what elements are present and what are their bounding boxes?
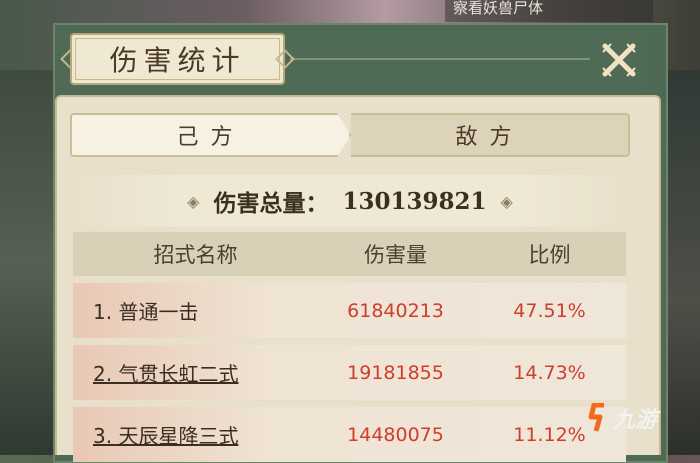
table-row: 2. 气贯长虹二式 19181855 14.73% [73,345,626,400]
header-damage: 伤害量 [364,243,427,267]
table-row: 3. 天辰星降三式 14480075 11.12% [73,407,626,462]
total-damage-row: ◈ 伤害总量： 130139821 ◈ [70,175,630,227]
skill-ratio: 14.73% [513,361,586,384]
watermark-text: 九游 [613,408,658,433]
watermark-logo: 九游 [588,398,668,438]
table-row: 1. 普通一击 61840213 47.51% [73,283,626,338]
tab-own-side[interactable]: 己方 [70,113,351,157]
header-divider [290,58,590,60]
side-tabs: 己方 敌方 [70,113,630,157]
skill-damage: 14480075 [347,423,444,446]
skill-name-link[interactable]: 3. 天辰星降三式 [73,420,318,449]
skill-damage: 19181855 [347,361,444,384]
title-plaque: 伤害统计 [70,33,285,85]
close-button[interactable] [597,38,641,82]
diamond-right-icon: ◈ [500,191,513,211]
panel-title: 伤害统计 [109,44,246,77]
damage-table: 招式名称 伤害量 比例 1. 普通一击 61840213 47.51% 2. 气… [73,232,626,462]
diamond-left-icon: ◈ [187,191,200,211]
hint-label: 察看妖兽尸体 [445,0,653,22]
total-damage-label: 伤害总量： [213,190,329,217]
total-damage-value: 130139821 [342,187,487,215]
tab-enemy-side[interactable]: 敌方 [351,113,630,157]
close-icon [602,43,636,77]
skill-name: 1. 普通一击 [93,300,199,324]
watermark-logo-icon [588,403,604,432]
header-skill-name: 招式名称 [153,243,238,267]
skill-name-link[interactable]: 2. 气贯长虹二式 [73,358,318,387]
skill-damage: 61840213 [347,299,444,322]
skill-ratio: 47.51% [513,299,586,322]
background-scenery-left [0,70,55,455]
table-header: 招式名称 伤害量 比例 [73,232,626,276]
header-ratio: 比例 [528,243,571,267]
